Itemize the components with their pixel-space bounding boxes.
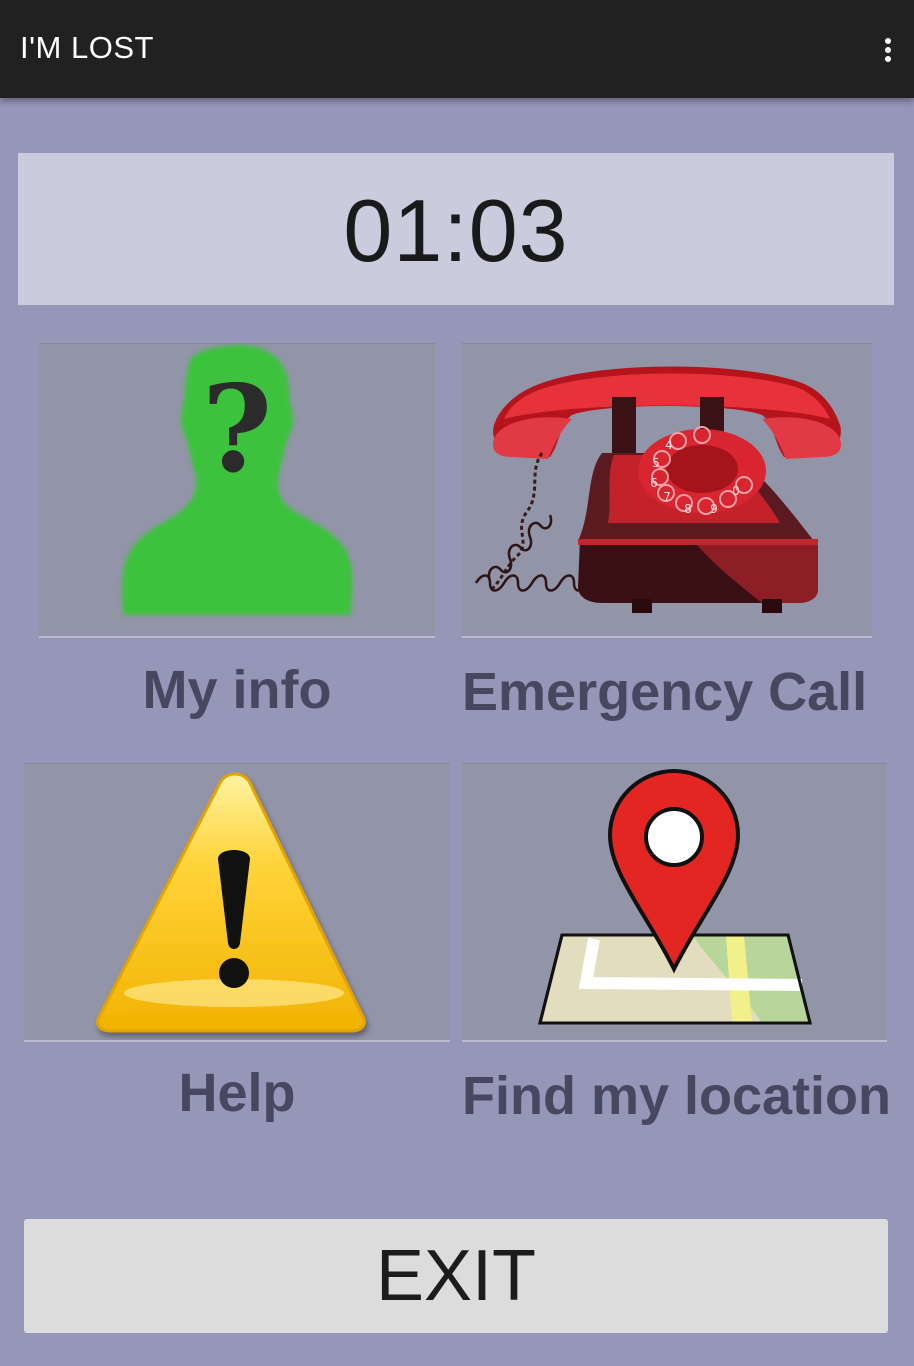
help-button[interactable] [24, 763, 450, 1042]
svg-text:8: 8 [684, 502, 692, 516]
my-info-label[interactable]: My info [39, 660, 435, 720]
map-pin-icon [538, 768, 812, 1025]
emergency-call-button[interactable]: 4 5 6 7 8 9 0 [462, 343, 872, 638]
person-question-icon: ? [122, 345, 353, 615]
svg-text:5: 5 [652, 456, 660, 470]
find-my-location-label[interactable]: Find my location [462, 1066, 891, 1126]
emergency-call-label[interactable]: Emergency Call [462, 662, 867, 722]
timer-value: 01:03 [343, 181, 569, 280]
find-my-location-button[interactable] [462, 763, 887, 1042]
app-title: I'M LOST [20, 30, 154, 65]
more-vertical-icon[interactable] [874, 30, 902, 70]
svg-text:9: 9 [710, 502, 718, 516]
rotary-phone-icon: 4 5 6 7 8 9 0 [474, 366, 842, 613]
timer-display: 01:03 [18, 153, 894, 305]
svg-text:7: 7 [663, 490, 671, 504]
action-bar: I'M LOST [0, 0, 914, 98]
help-label[interactable]: Help [24, 1063, 450, 1123]
svg-text:6: 6 [650, 476, 658, 490]
warning-icon [96, 772, 366, 1033]
my-info-button[interactable]: ? [39, 343, 435, 638]
svg-text:?: ? [202, 359, 272, 500]
svg-text:0: 0 [732, 484, 740, 498]
exit-button[interactable]: EXIT [24, 1219, 888, 1333]
svg-text:4: 4 [665, 438, 673, 452]
